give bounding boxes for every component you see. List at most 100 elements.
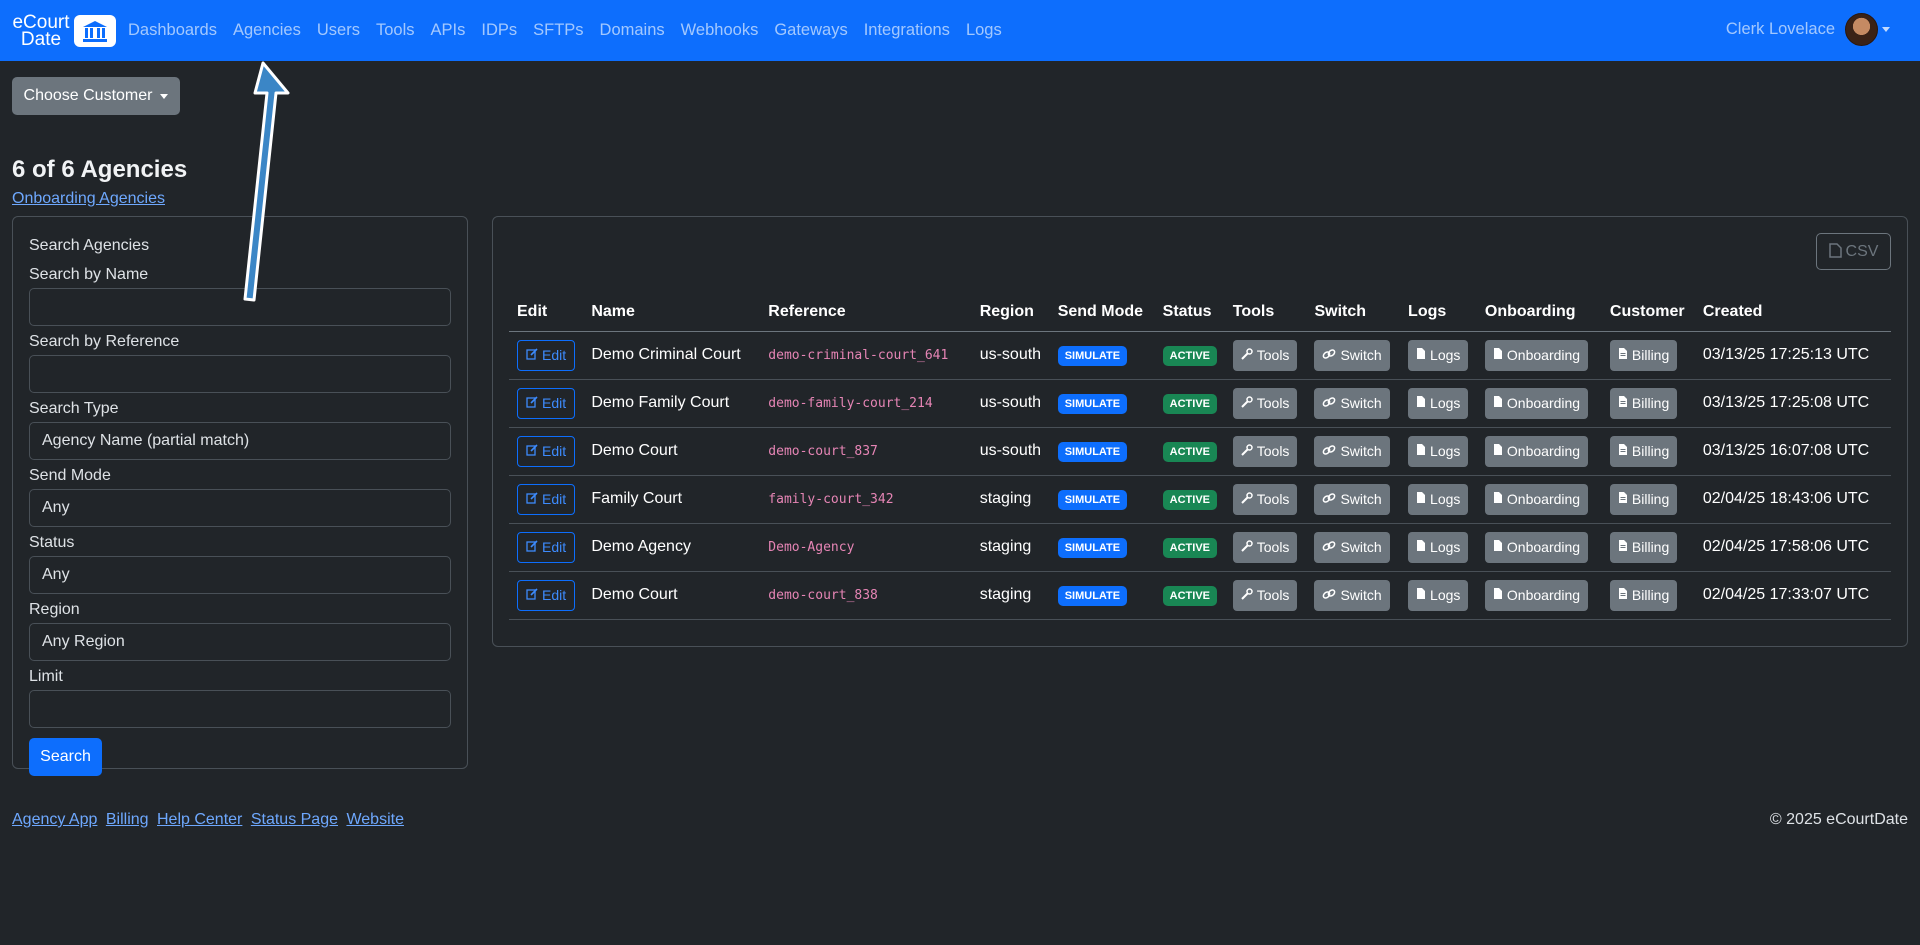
switch-button[interactable]: Switch [1314, 387, 1390, 419]
tools-button[interactable]: Tools [1232, 531, 1298, 563]
send-mode-select[interactable]: Any [29, 489, 451, 527]
limit-input[interactable] [29, 690, 451, 728]
wrench-icon [1241, 587, 1253, 603]
nav-link-sftps[interactable]: SFTPs [533, 21, 583, 40]
edit-button[interactable]: Edit [517, 483, 576, 515]
user-name: Clerk Lovelace [1725, 20, 1835, 38]
logs-button[interactable]: Logs [1408, 531, 1469, 563]
invoice-icon [1618, 347, 1628, 363]
status-badge: ACTIVE [1162, 490, 1217, 510]
send-mode-cell: SIMULATE [1049, 571, 1155, 620]
table-row: Edit Demo Court demo-court_837 us-south SIMU… [509, 427, 1891, 476]
edit-button[interactable]: Edit [517, 579, 576, 611]
switch-button[interactable]: Switch [1314, 531, 1390, 563]
logs-cell: Logs [1400, 475, 1477, 524]
col-tools: Tools [1224, 293, 1307, 332]
switch-button[interactable]: Switch [1314, 483, 1390, 515]
onboarding-agencies-link[interactable]: Onboarding Agencies [12, 190, 165, 208]
billing-button[interactable]: Billing [1609, 435, 1678, 467]
logs-button[interactable]: Logs [1408, 435, 1469, 467]
tools-label: Tools [1256, 395, 1290, 411]
send-mode-cell: SIMULATE [1049, 523, 1155, 572]
switch-button[interactable]: Switch [1314, 579, 1390, 611]
switch-button[interactable]: Switch [1314, 339, 1390, 371]
status-select[interactable]: Any [29, 556, 451, 594]
send-mode-badge: SIMULATE [1057, 586, 1128, 606]
tools-label: Tools [1256, 443, 1290, 459]
nav-link-agencies[interactable]: Agencies [233, 21, 301, 40]
footer-link-help-center[interactable]: Help Center [157, 811, 242, 828]
nav-link-users[interactable]: Users [317, 21, 360, 40]
send-mode-cell: SIMULATE [1049, 379, 1155, 428]
switch-button[interactable]: Switch [1314, 435, 1390, 467]
nav-link-gateways[interactable]: Gateways [774, 21, 847, 40]
logs-button[interactable]: Logs [1408, 579, 1469, 611]
agency-reference: demo-family-court_214 [760, 379, 972, 428]
tools-button[interactable]: Tools [1232, 435, 1298, 467]
nav-link-idps[interactable]: IDPs [481, 21, 517, 40]
choose-customer-button[interactable]: Choose Customer [12, 77, 180, 115]
tools-button[interactable]: Tools [1232, 339, 1298, 371]
billing-label: Billing [1631, 443, 1670, 459]
search-button[interactable]: Search [29, 738, 102, 776]
edit-icon [526, 443, 538, 459]
search-reference-input[interactable] [29, 355, 451, 393]
billing-button[interactable]: Billing [1609, 531, 1678, 563]
logs-button[interactable]: Logs [1408, 387, 1469, 419]
nav-link-integrations[interactable]: Integrations [864, 21, 950, 40]
nav-link-tools[interactable]: Tools [376, 21, 415, 40]
nav-link-logs[interactable]: Logs [966, 21, 1002, 40]
logs-label: Logs [1430, 587, 1461, 603]
customer-cell: Billing [1601, 331, 1695, 380]
edit-button[interactable]: Edit [517, 435, 576, 467]
link-icon [1322, 348, 1336, 363]
edit-button[interactable]: Edit [517, 339, 576, 371]
onboarding-button[interactable]: Onboarding [1484, 387, 1589, 419]
tools-cell: Tools [1224, 427, 1307, 476]
nav-link-dashboards[interactable]: Dashboards [128, 21, 217, 40]
onboarding-cell: Onboarding [1476, 427, 1602, 476]
tools-cell: Tools [1224, 379, 1307, 428]
footer-link-billing[interactable]: Billing [106, 811, 149, 828]
footer-link-status-page[interactable]: Status Page [251, 811, 338, 828]
onboarding-button[interactable]: Onboarding [1484, 339, 1589, 371]
brand-logo[interactable]: eCourt Date [10, 13, 116, 49]
agency-reference: demo-criminal-court_641 [760, 331, 972, 380]
edit-button[interactable]: Edit [517, 387, 576, 419]
agencies-table: Edit Name Reference Region Send Mode Sta… [509, 293, 1891, 620]
region-select[interactable]: Any Region [29, 623, 451, 661]
search-type-select[interactable]: Agency Name (partial match) [29, 422, 451, 460]
billing-button[interactable]: Billing [1609, 387, 1678, 419]
footer-link-website[interactable]: Website [346, 811, 404, 828]
col-region: Region [971, 293, 1050, 332]
footer-link-agency-app[interactable]: Agency App [12, 811, 97, 828]
csv-export-button[interactable]: CSV [1816, 233, 1891, 270]
user-menu[interactable]: Clerk Lovelace [1726, 13, 1890, 46]
tools-button[interactable]: Tools [1232, 579, 1298, 611]
file-icon [1493, 443, 1503, 459]
limit-label: Limit [29, 668, 63, 685]
edit-label: Edit [542, 443, 567, 459]
tools-button[interactable]: Tools [1232, 387, 1298, 419]
billing-button[interactable]: Billing [1609, 579, 1678, 611]
agency-region: staging [971, 475, 1050, 524]
search-type-value: Agency Name (partial match) [42, 432, 250, 449]
logs-button[interactable]: Logs [1408, 339, 1469, 371]
nav-link-apis[interactable]: APIs [431, 21, 466, 40]
billing-button[interactable]: Billing [1609, 339, 1678, 371]
logs-label: Logs [1430, 395, 1461, 411]
logs-button[interactable]: Logs [1408, 483, 1469, 515]
onboarding-button[interactable]: Onboarding [1484, 579, 1589, 611]
billing-button[interactable]: Billing [1609, 483, 1678, 515]
onboarding-label: Onboarding [1506, 539, 1581, 555]
nav-link-webhooks[interactable]: Webhooks [681, 21, 759, 40]
onboarding-button[interactable]: Onboarding [1484, 531, 1589, 563]
onboarding-button[interactable]: Onboarding [1484, 483, 1589, 515]
nav-link-domains[interactable]: Domains [600, 21, 665, 40]
invoice-icon [1618, 539, 1628, 555]
onboarding-cell: Onboarding [1476, 523, 1602, 572]
tools-button[interactable]: Tools [1232, 483, 1298, 515]
edit-button[interactable]: Edit [517, 531, 576, 563]
onboarding-button[interactable]: Onboarding [1484, 435, 1589, 467]
reference-code: demo-family-court_214 [768, 396, 933, 411]
